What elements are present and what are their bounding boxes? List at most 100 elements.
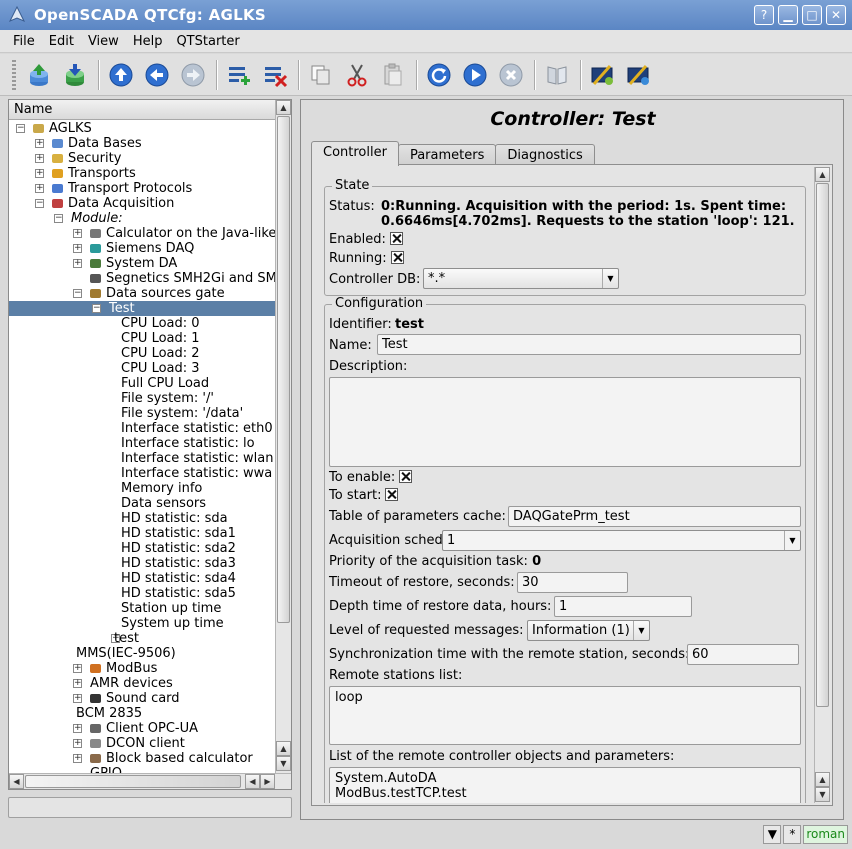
tree-item-selected[interactable]: − Test (9, 301, 275, 316)
tree-item[interactable]: + Security (9, 151, 275, 166)
expand-icon[interactable]: + (73, 664, 82, 673)
to-start-checkbox[interactable] (385, 488, 399, 501)
close-button[interactable]: ✕ (826, 5, 846, 25)
form-scroll-up-button-lower[interactable]: ▲ (815, 772, 830, 787)
cache-table-field[interactable]: DAQGatePrm_test (508, 506, 801, 527)
collapse-icon[interactable]: − (16, 124, 25, 133)
collapse-icon[interactable]: − (54, 214, 63, 223)
expand-icon[interactable]: + (35, 154, 44, 163)
expand-icon[interactable]: + (73, 259, 82, 268)
tree-vertical-scrollbar[interactable]: ▲ ▲ ▼ (275, 100, 291, 773)
menu-help[interactable]: Help (126, 34, 170, 49)
maximize-button[interactable]: □ (802, 5, 822, 25)
start-button[interactable] (458, 58, 492, 92)
controller-db-select[interactable]: *.* ▼ (423, 268, 619, 289)
tree-item[interactable]: HD statistic: sda4 (9, 571, 275, 586)
tree-item[interactable]: System up time (9, 616, 275, 631)
schedule-combo[interactable]: 1 ▼ (442, 530, 801, 551)
refresh-button[interactable] (422, 58, 456, 92)
tree-scroll-left-button-lower[interactable]: ◀ (245, 774, 260, 789)
tree-item[interactable]: + Client OPC-UA (9, 721, 275, 736)
sync-time-field[interactable]: 60 (687, 644, 799, 665)
expand-icon[interactable]: + (73, 754, 82, 763)
tree-item[interactable]: Interface statistic: wlan (9, 451, 275, 466)
enabled-checkbox[interactable] (389, 232, 403, 245)
forward-button[interactable] (176, 58, 210, 92)
status-menu-button[interactable]: ▼ (763, 824, 782, 844)
tree-item[interactable]: + Calculator on the Java-like (9, 226, 275, 241)
tree-item[interactable]: MMS(IEC-9506) (9, 646, 275, 661)
cut-button[interactable] (340, 58, 374, 92)
tree-item[interactable]: + Data Bases (9, 136, 275, 151)
webcfg-button[interactable] (622, 58, 656, 92)
load-db-button[interactable] (22, 58, 56, 92)
running-checkbox[interactable] (390, 251, 404, 264)
expand-icon[interactable]: + (73, 694, 82, 703)
tree-hscroll-thumb[interactable] (25, 775, 241, 788)
tree-item[interactable]: CPU Load: 0 (9, 316, 275, 331)
tree-item[interactable]: File system: '/data' (9, 406, 275, 421)
tree-item[interactable]: HD statistic: sda2 (9, 541, 275, 556)
tree-item[interactable]: Full CPU Load (9, 376, 275, 391)
help-window-button[interactable]: ? (754, 5, 774, 25)
up-button[interactable] (104, 58, 138, 92)
add-item-button[interactable] (222, 58, 256, 92)
tree-item[interactable]: Data sensors (9, 496, 275, 511)
toolbar-grip[interactable] (12, 59, 16, 90)
collapse-icon[interactable]: − (35, 199, 44, 208)
form-scroll-down-button[interactable]: ▼ (815, 787, 830, 802)
tree-item[interactable]: − Data Acquisition (9, 196, 275, 211)
tree-item[interactable]: CPU Load: 3 (9, 361, 275, 376)
tree-item[interactable]: − AGLKS (9, 121, 275, 136)
tree-column-header[interactable]: Name (9, 100, 275, 120)
tree-item[interactable]: GPIO (9, 766, 275, 773)
expand-icon[interactable]: + (73, 229, 82, 238)
tree-item[interactable]: + test (9, 631, 275, 646)
expand-icon[interactable]: + (35, 184, 44, 193)
stop-button[interactable] (494, 58, 528, 92)
tree-item[interactable]: − Module: (9, 211, 275, 226)
tree-item[interactable]: + Siemens DAQ (9, 241, 275, 256)
back-button[interactable] (140, 58, 174, 92)
tree-item[interactable]: + AMR devices (9, 676, 275, 691)
expand-icon[interactable]: + (35, 169, 44, 178)
delete-item-button[interactable] (258, 58, 292, 92)
tree-item[interactable]: Station up time (9, 601, 275, 616)
tree-item[interactable]: CPU Load: 2 (9, 346, 275, 361)
tree-item[interactable]: File system: '/' (9, 391, 275, 406)
tree-item[interactable]: − Data sources gate (9, 286, 275, 301)
save-db-button[interactable] (58, 58, 92, 92)
tree-scroll-up-button-lower[interactable]: ▲ (276, 741, 291, 756)
user-indicator[interactable]: roman (803, 824, 848, 844)
menu-view[interactable]: View (81, 34, 126, 49)
tree-horizontal-scrollbar[interactable]: ◀ ◀ ▶ (9, 773, 291, 789)
tree-item[interactable]: Memory info (9, 481, 275, 496)
manual-button[interactable] (540, 58, 574, 92)
tree-item[interactable]: BCM 2835 (9, 706, 275, 721)
qtcfg-button[interactable] (586, 58, 620, 92)
tree-scroll-up-button[interactable]: ▲ (276, 100, 291, 115)
tab-controller[interactable]: Controller (311, 141, 399, 166)
menu-file[interactable]: File (6, 34, 42, 49)
remote-stations-field[interactable]: loop (329, 686, 801, 745)
tree-item[interactable]: + Transports (9, 166, 275, 181)
name-field[interactable]: Test (377, 334, 801, 355)
collapse-icon[interactable]: − (73, 289, 82, 298)
tree-scroll-thumb[interactable] (277, 116, 290, 623)
expand-icon[interactable]: + (35, 139, 44, 148)
tree-item[interactable]: Interface statistic: lo (9, 436, 275, 451)
tree-scroll-down-button[interactable]: ▼ (276, 756, 291, 771)
form-scroll-thumb[interactable] (816, 183, 829, 707)
tree-scroll-left-button[interactable]: ◀ (9, 774, 24, 789)
minimize-button[interactable]: ▁ (778, 5, 798, 25)
tree-item[interactable]: HD statistic: sda5 (9, 586, 275, 601)
menu-qtstarter[interactable]: QTStarter (169, 34, 246, 49)
message-level-select[interactable]: Information (1) ▼ (527, 620, 650, 641)
remote-objects-field[interactable]: System.AutoDA ModBus.testTCP.test (329, 767, 801, 803)
expand-icon[interactable]: + (73, 679, 82, 688)
tree-item[interactable]: + ModBus (9, 661, 275, 676)
paste-button[interactable] (376, 58, 410, 92)
tab-diagnostics[interactable]: Diagnostics (495, 144, 595, 166)
form-scroll-up-button[interactable]: ▲ (815, 167, 830, 182)
form-vertical-scrollbar[interactable]: ▲ ▲ ▼ (814, 167, 830, 803)
